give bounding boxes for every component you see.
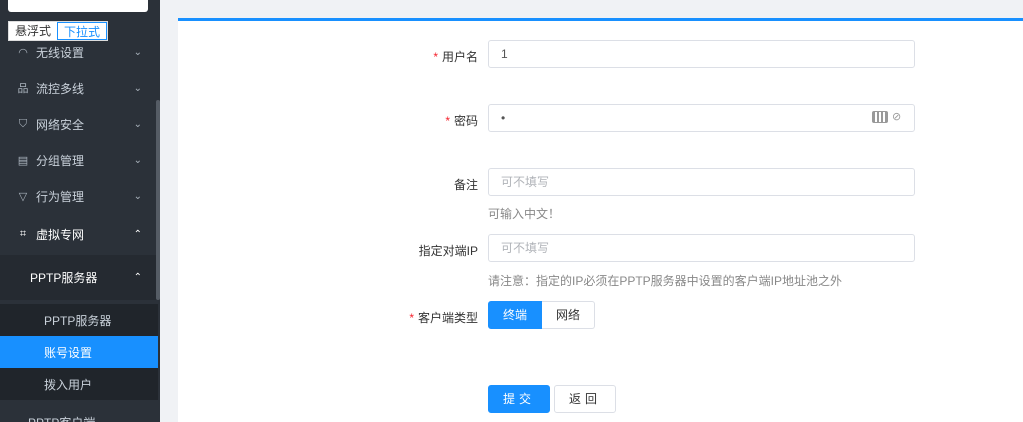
filter-icon: ▽: [18, 190, 28, 203]
required-mark: *: [409, 311, 414, 325]
client-type-network-option[interactable]: 网络: [542, 301, 596, 329]
subgroup-label: PPTP服务器: [30, 271, 98, 285]
back-button[interactable]: 返回: [554, 385, 617, 413]
wifi-icon: ◠: [18, 46, 28, 59]
sidebar-item-label: 行为管理: [36, 189, 85, 204]
sidebar-subgroup-pptp-server[interactable]: PPTP服务器 ⌃: [0, 255, 158, 300]
shield-icon: ⛉: [18, 117, 28, 130]
chevron-up-icon: ⌃: [133, 228, 142, 240]
sidebar-item-label: 虚拟专网: [36, 227, 85, 242]
required-mark: *: [433, 50, 438, 64]
client-type-label: * 客户端类型: [409, 311, 478, 325]
book-icon: ▤: [17, 154, 29, 167]
sidebar-item-behavior-management[interactable]: ▽ 行为管理 ⌄: [0, 178, 158, 214]
keyboard-icon[interactable]: [872, 111, 888, 123]
sidebar: 悬浮式 下拉式 ◠ 无线设置 ⌄ 品 流控多线 ⌄ ⛉ 网络安全 ⌄ ▤ 分组管…: [0, 0, 160, 422]
peer-ip-input[interactable]: 可不填写: [488, 234, 915, 262]
content-gutter: [160, 0, 178, 422]
sidebar-item-label: 网络安全: [36, 117, 85, 132]
required-mark: *: [445, 114, 450, 128]
submit-button[interactable]: 提交: [488, 385, 551, 413]
sidebar-subitem-pptp-server[interactable]: PPTP服务器: [0, 304, 158, 336]
client-type-radio-group: 终端 网络: [488, 301, 596, 329]
form-panel: * 用户名 1 * 密码 • ⊘ 备注 可不填写 可输入中文！ 指定对端IP 可不填…: [178, 18, 1023, 422]
password-input[interactable]: • ⊘: [488, 104, 915, 132]
chevron-down-icon: ⌄: [133, 154, 142, 166]
sidebar-item-network-security[interactable]: ⛉ 网络安全 ⌄: [0, 106, 158, 142]
sidebar-item-wireless[interactable]: ◠ 无线设置 ⌄: [0, 34, 158, 70]
sidebar-subitem-dial-in-users[interactable]: 拨入用户: [0, 368, 158, 400]
chevron-down-icon: ⌄: [133, 82, 142, 94]
remark-label: 备注: [453, 178, 478, 192]
password-label: * 密码: [445, 114, 478, 128]
sidebar-item-group-management[interactable]: ▤ 分组管理 ⌄: [0, 142, 158, 178]
eye-off-icon[interactable]: ⊘: [892, 111, 906, 123]
peer-ip-hint: 请注意：指定的IP必须在PPTP服务器中设置的客户端IP地址池之外: [488, 274, 843, 288]
sidebar-item-pptp-client[interactable]: PPTP客户端: [28, 414, 95, 422]
username-input[interactable]: 1: [488, 40, 915, 68]
menu-search-input[interactable]: [8, 0, 148, 12]
client-type-terminal-option[interactable]: 终端: [488, 301, 543, 329]
username-label: * 用户名: [433, 50, 478, 64]
password-value: •: [501, 111, 506, 125]
sidebar-item-label: 分组管理: [36, 153, 85, 168]
sidebar-item-vpn[interactable]: ⌗ 虚拟专网 ⌃: [0, 216, 158, 252]
remark-hint: 可输入中文！: [488, 207, 561, 221]
chevron-down-icon: ⌄: [133, 190, 142, 202]
sidebar-item-label: 无线设置: [36, 45, 85, 60]
sidebar-item-flow-control[interactable]: 品 流控多线 ⌄: [0, 70, 158, 106]
chevron-down-icon: ⌄: [133, 118, 142, 130]
network-icon: 品: [17, 83, 29, 95]
peer-ip-label: 指定对端IP: [418, 244, 478, 258]
sidebar-item-label: 流控多线: [36, 81, 85, 96]
chevron-down-icon: ⌄: [133, 46, 142, 58]
remark-input[interactable]: 可不填写: [488, 168, 915, 196]
vpn-icon: ⌗: [19, 227, 27, 240]
chevron-up-icon: ⌃: [133, 272, 142, 283]
sidebar-subitem-account-settings[interactable]: 账号设置: [0, 336, 158, 368]
